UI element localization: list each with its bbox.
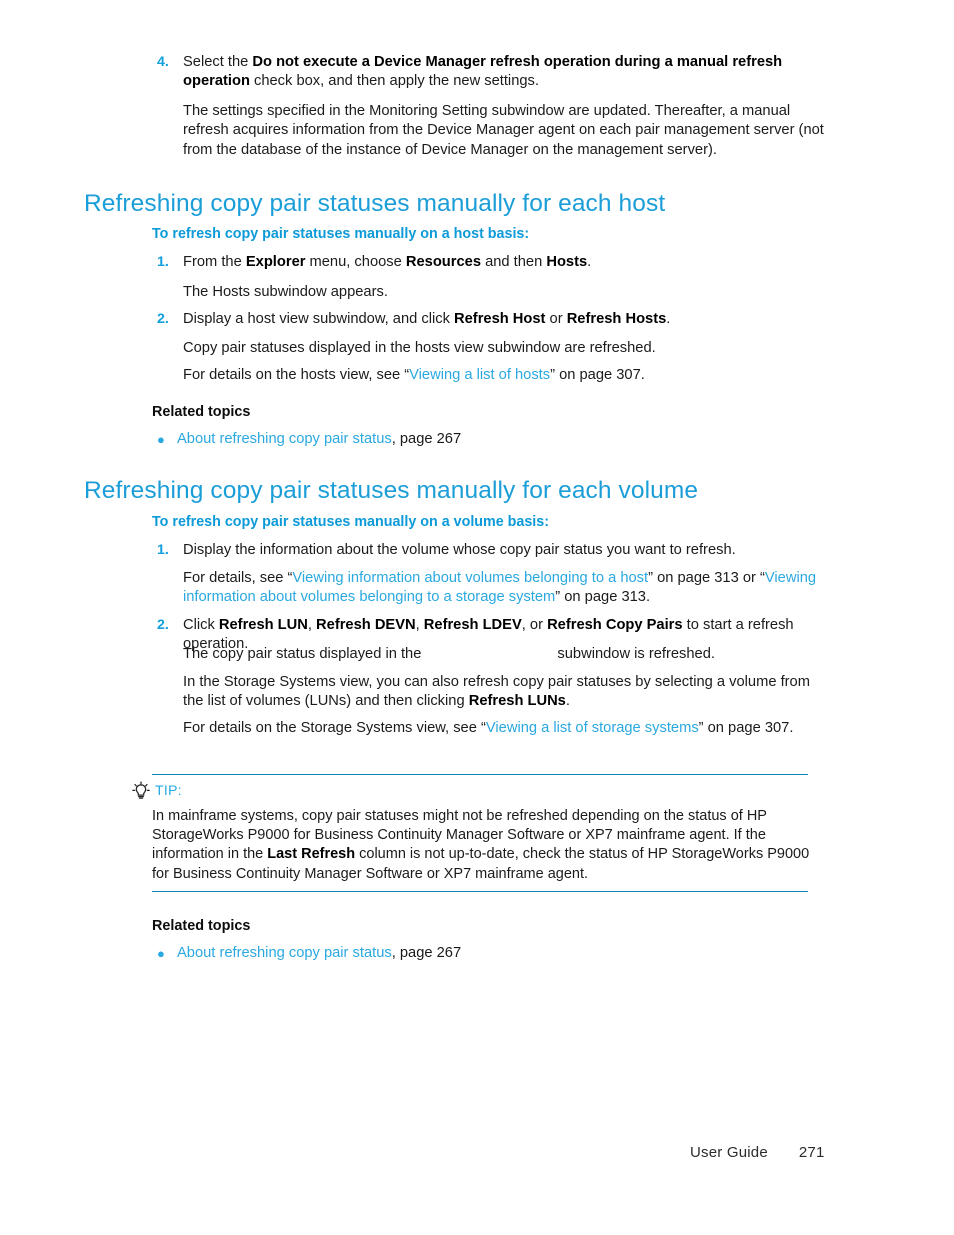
tip-line-3-post: column is not up-to-date, check the stat…	[355, 846, 810, 863]
related-topic-item-host: ● About refreshing copy pair status, pag…	[157, 430, 757, 449]
step-4-body: Select the Do not execute a Device Manag…	[183, 53, 832, 92]
volume-step2-details-pre: For details on the Storage Systems view,…	[183, 720, 486, 736]
host-step-2-post: .	[666, 311, 671, 327]
page-footer: User Guide 271	[690, 1144, 825, 1162]
link-viewing-a-list-of-hosts[interactable]: Viewing a list of hosts	[409, 367, 550, 383]
lightbulb-icon	[131, 781, 151, 801]
volume-step-2-number: 2.	[157, 617, 169, 633]
host-step-1-hosts: Hosts	[546, 254, 588, 270]
volume-step-2-result-pre: The copy pair status displayed in the	[183, 646, 422, 662]
tip-line-3-pre: information in the	[152, 846, 268, 863]
step-4: 4. Select the Do not execute a Device Ma…	[157, 53, 832, 92]
volume-step-2-sep2: ,	[415, 617, 424, 633]
heading-refreshing-for-each-volume: Refreshing copy pair statuses manually f…	[84, 477, 699, 504]
tip-line-1: In mainframe systems, copy pair statuses…	[152, 808, 767, 824]
host-details-post: ” on page 307.	[550, 367, 645, 383]
host-step-2-body: Display a host view subwindow, and click…	[183, 310, 832, 329]
host-step-2-refresh-hosts: Refresh Hosts	[566, 311, 667, 327]
host-step-1-body: From the Explorer menu, choose Resources…	[183, 253, 832, 272]
tip-body: In mainframe systems, copy pair statuses…	[152, 807, 820, 884]
host-step-2-mid1: or	[545, 311, 567, 327]
host-step-1-explorer: Explorer	[245, 254, 306, 270]
footer-page-number: 271	[798, 1144, 825, 1161]
volume-step-2-refresh-lun: Refresh LUN	[218, 617, 308, 633]
related-topics-title-volume: Related topics	[152, 918, 251, 934]
step-4-result-paragraph: The settings specified in the Monitoring…	[183, 103, 824, 158]
host-step-1-resources: Resources	[405, 254, 481, 270]
volume-step-1-details: For details, see “Viewing information ab…	[183, 569, 831, 608]
host-step-2: 2. Display a host view subwindow, and cl…	[157, 310, 832, 329]
volume-step-2-result-post: subwindow is refreshed.	[557, 646, 715, 662]
tip-top-rule	[152, 774, 808, 776]
host-step-2-details: For details on the hosts view, see “View…	[183, 366, 831, 385]
bullet-icon: ●	[157, 432, 165, 447]
volume-step-1-body: Display the information about the volume…	[183, 542, 736, 558]
footer-guide-label: User Guide	[690, 1144, 768, 1161]
tip-bottom-rule	[152, 891, 808, 893]
host-step-1-pre: From the	[183, 254, 246, 270]
host-step-1-result: The Hosts subwindow appears.	[183, 284, 388, 300]
host-step-2-number: 2.	[157, 311, 169, 327]
host-step-1-mid1: menu, choose	[305, 254, 406, 270]
volume-step-2-result: The copy pair status displayed in the sub…	[183, 645, 831, 664]
related-topic-item-volume: ● About refreshing copy pair status, pag…	[157, 944, 757, 963]
host-details-pre: For details on the hosts view, see “	[183, 367, 410, 383]
host-step-1-number: 1.	[157, 254, 169, 270]
volume-step-2-note: In the Storage Systems view, you can als…	[183, 673, 831, 712]
host-step-1-mid2: and then	[481, 254, 547, 270]
related-topics-title-host: Related topics	[152, 404, 251, 420]
related-topic-volume-suffix: , page 267	[391, 945, 462, 961]
volume-step-2-details: For details on the Storage Systems view,…	[183, 719, 863, 738]
volume-details-pre: For details, see “	[183, 570, 293, 586]
heading-refreshing-for-each-host: Refreshing copy pair statuses manually f…	[84, 190, 666, 217]
volume-step-2-sep3: , or	[521, 617, 548, 633]
step-4-text-post: check box, and then apply the new settin…	[249, 73, 539, 90]
link-about-refreshing-copy-pair-status-2[interactable]: About refreshing copy pair status	[177, 945, 392, 961]
tip-label: TIP:	[155, 783, 182, 799]
volume-step-1-number: 1.	[157, 542, 169, 558]
volume-note-refresh-luns: Refresh LUNs	[468, 693, 566, 710]
volume-step-2-pre: Click	[183, 617, 219, 633]
host-step-2-pre: Display a host view subwindow, and click	[183, 311, 455, 327]
volume-step-2-refresh-ldev: Refresh LDEV	[423, 617, 522, 633]
host-step-1: 1. From the Explorer menu, choose Resour…	[157, 253, 832, 272]
document-page: 4. Select the Do not execute a Device Ma…	[0, 0, 954, 1235]
link-viewing-info-volumes-host[interactable]: Viewing information about volumes belong…	[292, 570, 648, 586]
host-step-2-result: Copy pair statuses displayed in the host…	[183, 340, 656, 356]
volume-details-post: ” on page 313.	[555, 589, 651, 606]
subheading-host-basis: To refresh copy pair statuses manually o…	[152, 226, 530, 242]
volume-step-2-refresh-devn: Refresh DEVN	[316, 617, 416, 633]
bullet-icon: ●	[157, 946, 165, 961]
tip-last-refresh: Last Refresh	[267, 846, 356, 863]
subheading-volume-basis: To refresh copy pair statuses manually o…	[152, 514, 549, 530]
related-topic-volume-text: About refreshing copy pair status, page …	[177, 944, 461, 963]
volume-step2-details-post: ” on page 307.	[698, 720, 794, 736]
tip-line-4: for Business Continuity Manager Software…	[152, 865, 589, 882]
link-about-refreshing-copy-pair-status-1[interactable]: About refreshing copy pair status	[177, 431, 392, 447]
tip-line-2: StorageWorks P9000 for Business Continui…	[152, 827, 766, 844]
related-topic-host-text: About refreshing copy pair status, page …	[177, 430, 461, 449]
step-4-number: 4.	[157, 54, 169, 70]
volume-note-post: .	[565, 693, 570, 710]
step-4-text-pre: Select the	[183, 54, 253, 70]
host-step-2-refresh-host: Refresh Host	[454, 311, 546, 327]
volume-step-2-sep1: ,	[307, 617, 317, 633]
tip-line-3: information in the Last Refresh column i…	[152, 845, 820, 864]
related-topic-host-suffix: , page 267	[391, 431, 462, 447]
link-viewing-a-list-of-storage-systems[interactable]: Viewing a list of storage systems	[486, 720, 699, 736]
volume-step-1: 1. Display the information about the vol…	[157, 541, 832, 560]
volume-details-mid: ” on page 313 or “	[648, 570, 765, 586]
volume-step-2-refresh-copy-pairs: Refresh Copy Pairs	[547, 617, 683, 633]
host-step-1-post: .	[587, 254, 592, 270]
